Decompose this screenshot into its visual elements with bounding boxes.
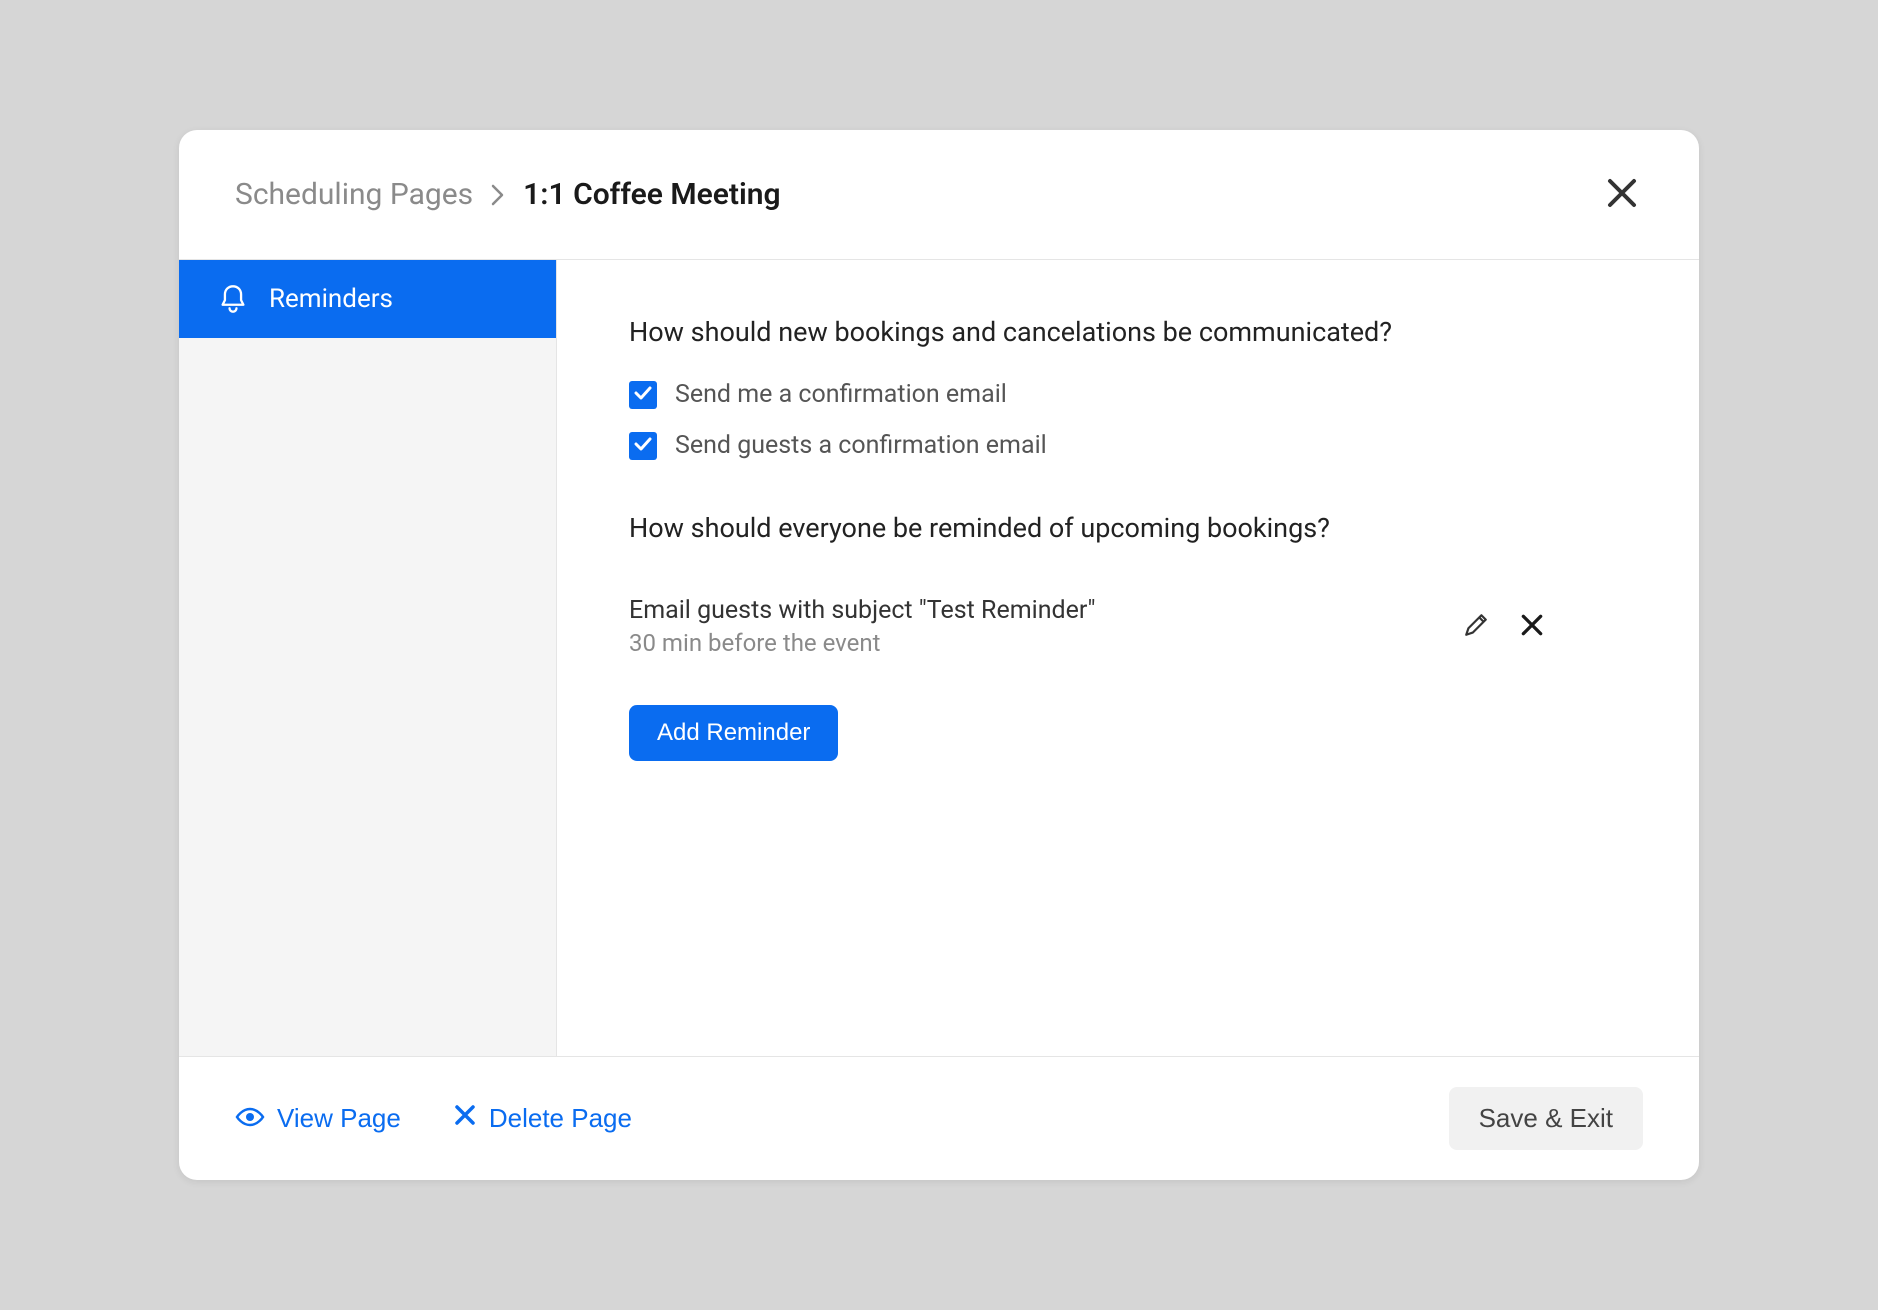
delete-reminder-button[interactable]: [1515, 608, 1549, 645]
modal-body: Reminders How should new bookings and ca…: [179, 260, 1699, 1056]
sidebar-item-label: Reminders: [269, 284, 393, 314]
checkbox-row-send-guests: Send guests a confirmation email: [629, 431, 1627, 460]
check-icon: [633, 434, 653, 458]
sidebar: Reminders: [179, 260, 557, 1056]
save-exit-button[interactable]: Save & Exit: [1449, 1087, 1643, 1150]
content: How should new bookings and cancelations…: [557, 260, 1699, 1056]
close-button[interactable]: [1601, 172, 1643, 217]
modal-header: Scheduling Pages 1:1 Coffee Meeting: [179, 130, 1699, 260]
reminder-actions: [1459, 608, 1549, 645]
checkbox-row-send-me: Send me a confirmation email: [629, 380, 1627, 409]
edit-reminder-button[interactable]: [1459, 608, 1493, 645]
reminder-row: Email guests with subject "Test Reminder…: [629, 596, 1549, 657]
pencil-icon: [1463, 612, 1489, 641]
eye-icon: [235, 1103, 265, 1134]
section-heading-reminders: How should everyone be reminded of upcom…: [629, 512, 1627, 544]
delete-page-label: Delete Page: [489, 1103, 632, 1134]
delete-page-button[interactable]: Delete Page: [453, 1103, 632, 1134]
modal: Scheduling Pages 1:1 Coffee Meeting: [179, 130, 1699, 1180]
checkbox-label: Send me a confirmation email: [675, 380, 1007, 409]
add-reminder-button[interactable]: Add Reminder: [629, 705, 838, 761]
close-icon: [453, 1103, 477, 1134]
check-icon: [633, 383, 653, 407]
reminder-text: Email guests with subject "Test Reminder…: [629, 596, 1096, 657]
checkbox-send-guests[interactable]: [629, 432, 657, 460]
checkbox-label: Send guests a confirmation email: [675, 431, 1047, 460]
modal-footer: View Page Delete Page Save & Exit: [179, 1056, 1699, 1180]
footer-left: View Page Delete Page: [235, 1103, 632, 1134]
checkbox-send-me[interactable]: [629, 381, 657, 409]
breadcrumb-root[interactable]: Scheduling Pages: [235, 177, 473, 212]
close-icon: [1519, 612, 1545, 641]
chevron-right-icon: [491, 184, 505, 206]
breadcrumb-current: 1:1 Coffee Meeting: [523, 177, 780, 212]
section-heading-communication: How should new bookings and cancelations…: [629, 316, 1627, 348]
breadcrumb: Scheduling Pages 1:1 Coffee Meeting: [235, 177, 781, 212]
reminder-title: Email guests with subject "Test Reminder…: [629, 596, 1096, 625]
view-page-label: View Page: [277, 1103, 401, 1134]
sidebar-item-reminders[interactable]: Reminders: [179, 260, 556, 338]
reminder-subtitle: 30 min before the event: [629, 629, 1096, 657]
close-icon: [1605, 176, 1639, 213]
view-page-button[interactable]: View Page: [235, 1103, 401, 1134]
bell-icon: [219, 284, 247, 314]
